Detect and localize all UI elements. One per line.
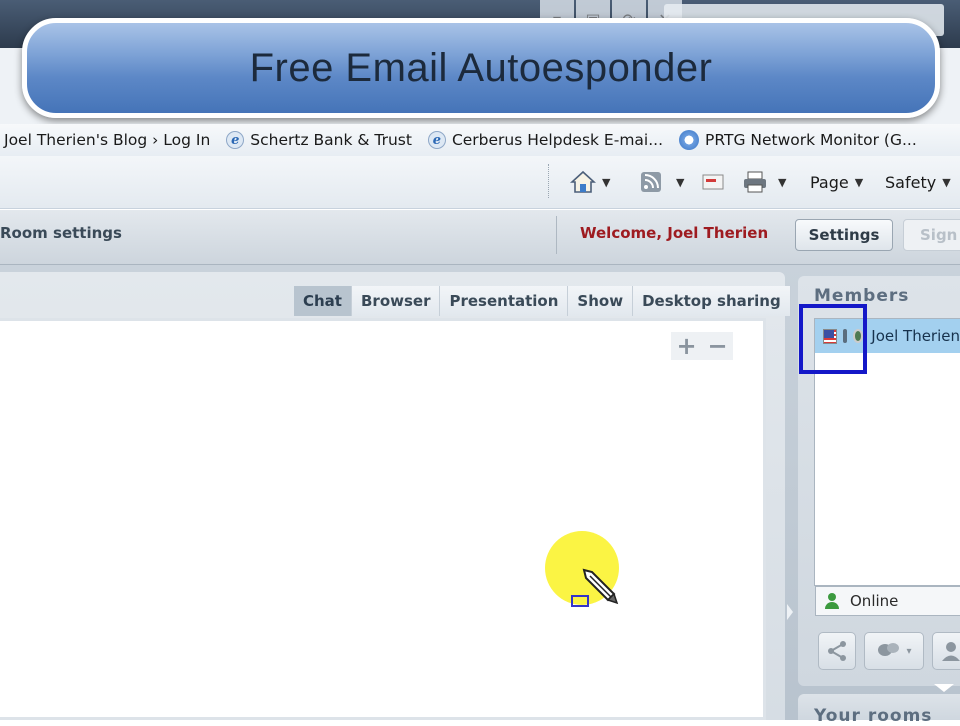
tab-presentation[interactable]: Presentation xyxy=(440,286,569,316)
tab-chat[interactable]: Chat xyxy=(294,286,352,316)
command-bar-divider xyxy=(548,164,551,198)
home-icon xyxy=(570,170,596,193)
favorite-label: Joel Therien's Blog › Log In xyxy=(4,131,211,149)
rss-icon xyxy=(641,172,661,192)
feeds-button[interactable]: ▼ xyxy=(640,166,684,198)
favorite-link-helpdesk[interactable]: e Cerberus Helpdesk E-mai... xyxy=(427,131,664,149)
print-button[interactable]: ▼ xyxy=(742,166,786,198)
favorite-link-blog[interactable]: Joel Therien's Blog › Log In xyxy=(4,131,210,149)
header-divider xyxy=(556,216,557,254)
home-button[interactable]: ▼ xyxy=(570,166,610,198)
share-button[interactable] xyxy=(818,632,856,670)
member-name: Joel Therien xyxy=(871,327,960,345)
favorite-label: PRTG Network Monitor (G... xyxy=(705,131,917,149)
welcome-message: Welcome, Joel Therien xyxy=(580,224,769,242)
chat-area[interactable] xyxy=(0,318,766,720)
user-icon xyxy=(942,642,960,661)
tab-browser[interactable]: Browser xyxy=(351,286,441,316)
page-menu-button[interactable]: Page ▼ xyxy=(810,166,863,198)
zoom-controls: + − xyxy=(671,332,733,360)
printer-icon xyxy=(744,171,766,193)
title-banner: Free Email Autoesponder xyxy=(22,18,940,118)
chevron-down-icon: ▼ xyxy=(942,175,951,189)
ie-page-icon: e xyxy=(226,131,245,149)
favorite-link-bank[interactable]: e Schertz Bank & Trust xyxy=(226,131,412,149)
prtg-icon xyxy=(679,130,700,150)
zoom-in-button[interactable]: + xyxy=(671,332,702,360)
chevron-down-icon[interactable]: ▼ xyxy=(778,176,786,189)
member-action-buttons: ▾ xyxy=(818,632,960,670)
mail-button[interactable] xyxy=(702,166,724,198)
panel-collapse-arrow-icon[interactable] xyxy=(787,604,793,620)
user-status-icon xyxy=(824,593,840,609)
user-profile-button[interactable] xyxy=(932,632,960,670)
safety-menu-label: Safety xyxy=(885,172,937,192)
chat-bubble-button[interactable]: ▾ xyxy=(864,632,924,670)
settings-button[interactable]: Settings xyxy=(795,219,893,251)
favorite-label: Schertz Bank & Trust xyxy=(250,131,412,149)
banner-title: Free Email Autoesponder xyxy=(249,45,713,90)
scroll-down-arrow-icon[interactable] xyxy=(934,684,954,692)
annotation-highlight-box xyxy=(799,304,867,374)
room-settings-link[interactable]: Room settings xyxy=(0,224,122,242)
your-rooms-heading: Your rooms xyxy=(814,706,933,726)
safety-menu-button[interactable]: Safety ▼ xyxy=(885,166,951,198)
ie-page-icon: e xyxy=(427,131,446,149)
tab-show[interactable]: Show xyxy=(568,286,634,316)
chevron-down-icon: ▾ xyxy=(906,645,912,657)
members-heading: Members xyxy=(814,286,910,306)
tab-desktop-sharing[interactable]: Desktop sharing xyxy=(633,286,791,316)
share-icon xyxy=(828,641,846,661)
zoom-out-button[interactable]: − xyxy=(702,332,733,360)
chat-bubble-icon xyxy=(878,643,900,656)
status-selector[interactable]: Online xyxy=(815,586,960,616)
favorites-bar: Joel Therien's Blog › Log In e Schertz B… xyxy=(0,124,960,156)
chevron-down-icon[interactable]: ▼ xyxy=(602,176,610,189)
favorite-link-prtg[interactable]: PRTG Network Monitor (G... xyxy=(679,130,917,150)
chevron-down-icon: ▼ xyxy=(854,175,864,189)
chevron-down-icon[interactable]: ▼ xyxy=(676,176,684,189)
favorite-label: Cerberus Helpdesk E-mai... xyxy=(451,131,664,149)
selection-rectangle xyxy=(571,595,589,607)
content-tabs: Chat Browser Presentation Show Desktop s… xyxy=(294,286,791,316)
sign-out-button[interactable]: Sign xyxy=(903,219,960,251)
page-menu-label: Page xyxy=(810,172,849,192)
mail-icon xyxy=(702,174,724,190)
status-label: Online xyxy=(850,592,899,610)
